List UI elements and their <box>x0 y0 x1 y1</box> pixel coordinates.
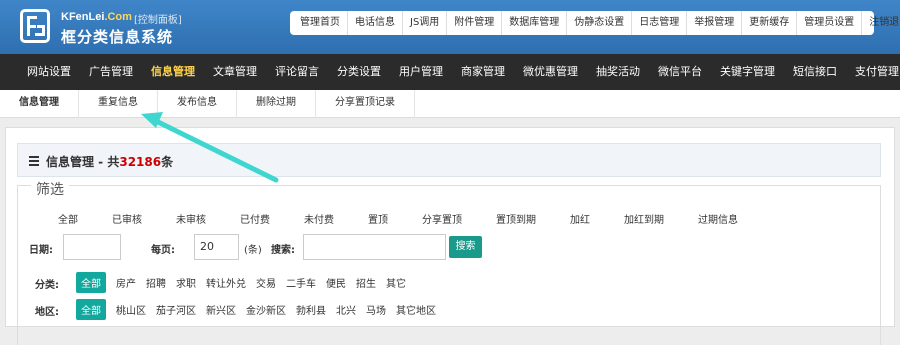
nav-item[interactable]: 抽奖活动 <box>587 54 649 90</box>
status-filter[interactable]: 未审核 <box>176 211 206 226</box>
area-option[interactable]: 桃山区 <box>116 302 146 317</box>
panel-title-bar: 信息管理 - 共32186条 <box>17 143 881 177</box>
category-option[interactable]: 招聘 <box>146 275 166 290</box>
list-icon <box>29 156 39 166</box>
area-option[interactable]: 其它地区 <box>396 302 436 317</box>
area-option-selected[interactable]: 全部 <box>76 299 106 320</box>
perpage-field[interactable]: 20 <box>194 234 239 260</box>
toplink-logs[interactable]: 日志管理 <box>632 11 688 35</box>
category-option[interactable]: 房产 <box>116 275 136 290</box>
status-filter[interactable]: 全部 <box>58 211 78 226</box>
nav-item[interactable]: 微优惠管理 <box>514 54 587 90</box>
nav-item-active[interactable]: 信息管理 <box>142 54 204 90</box>
toplink-home[interactable]: 管理首页 <box>293 11 348 35</box>
logo-icon <box>20 9 50 43</box>
status-filter[interactable]: 分享置顶 <box>422 211 462 226</box>
nav-item[interactable]: 广告管理 <box>80 54 142 90</box>
status-filter[interactable]: 未付费 <box>304 211 334 226</box>
category-option[interactable]: 招生 <box>356 275 376 290</box>
subnav-item-active[interactable]: 信息管理 <box>0 90 79 118</box>
status-filter[interactable]: 加红 <box>570 211 590 226</box>
total-count: 32186 <box>119 155 162 169</box>
status-filter[interactable]: 置顶到期 <box>496 211 536 226</box>
nav-item[interactable]: 微信平台 <box>649 54 711 90</box>
search-input[interactable] <box>303 234 446 260</box>
page-title: 信息管理 - 共32186条 <box>46 155 174 169</box>
category-option[interactable]: 求职 <box>176 275 196 290</box>
area-option[interactable]: 勃利县 <box>296 302 326 317</box>
sub-nav: 信息管理 重复信息 发布信息 删除过期 分享置顶记录 <box>0 90 900 118</box>
perpage-label: 每页: <box>151 245 175 256</box>
category-option[interactable]: 二手车 <box>286 275 316 290</box>
nav-item[interactable]: 短信接口 <box>784 54 846 90</box>
nav-item[interactable]: 评论留言 <box>266 54 328 90</box>
nav-item[interactable]: 商家管理 <box>452 54 514 90</box>
area-option[interactable]: 北兴 <box>336 302 356 317</box>
nav-item[interactable]: 分类设置 <box>328 54 390 90</box>
filter-legend: 筛选 <box>31 179 69 199</box>
area-option[interactable]: 金沙新区 <box>246 302 286 317</box>
toplink-admins[interactable]: 管理员设置 <box>797 11 863 35</box>
category-option[interactable]: 便民 <box>326 275 346 290</box>
nav-item[interactable]: 关键字管理 <box>711 54 784 90</box>
subnav-item[interactable]: 发布信息 <box>158 90 237 118</box>
header: KFenLei.Com [控制面板] 框分类信息系统 管理首页 电话信息 JS调… <box>0 0 900 54</box>
toplink-attachments[interactable]: 附件管理 <box>447 11 503 35</box>
status-filter[interactable]: 过期信息 <box>698 211 738 226</box>
main-nav: 网站设置 广告管理 信息管理 文章管理 评论留言 分类设置 用户管理 商家管理 … <box>0 54 900 90</box>
area-option[interactable]: 马场 <box>366 302 386 317</box>
status-filter[interactable]: 已审核 <box>112 211 142 226</box>
perpage-unit: (条) <box>244 245 262 256</box>
subnav-item[interactable]: 重复信息 <box>79 90 158 118</box>
content-panel: 信息管理 - 共32186条 筛选 全部 已审核 未审核 已付费 未付费 置顶 … <box>5 127 895 345</box>
status-filter[interactable]: 已付费 <box>240 211 270 226</box>
toplink-reports[interactable]: 举报管理 <box>687 11 743 35</box>
category-option[interactable]: 其它 <box>386 275 406 290</box>
area-option[interactable]: 新兴区 <box>206 302 236 317</box>
top-links: 管理首页 电话信息 JS调用 附件管理 数据库管理 伪静态设置 日志管理 举报管… <box>290 11 900 35</box>
toplink-phone[interactable]: 电话信息 <box>348 11 403 35</box>
site-name: KFenLei.Com <box>61 11 132 23</box>
nav-item[interactable]: 文章管理 <box>204 54 266 90</box>
system-name: 框分类信息系统 <box>61 28 174 46</box>
nav-item[interactable]: 支付管理 <box>846 54 900 90</box>
category-option[interactable]: 转让外兑 <box>206 275 246 290</box>
nav-item[interactable]: 网站设置 <box>18 54 80 90</box>
subnav-item[interactable]: 删除过期 <box>237 90 316 118</box>
toplink-cache[interactable]: 更新缓存 <box>742 11 798 35</box>
area-label: 地区: <box>35 307 59 318</box>
search-button[interactable]: 搜索 <box>449 236 482 258</box>
toplink-rewrite[interactable]: 伪静态设置 <box>567 11 633 35</box>
search-label: 搜索: <box>271 245 295 256</box>
nav-item[interactable]: 用户管理 <box>390 54 452 90</box>
category-option[interactable]: 交易 <box>256 275 276 290</box>
subnav-item[interactable]: 分享置顶记录 <box>316 90 415 118</box>
date-label: 日期: <box>29 245 53 256</box>
area-option[interactable]: 茄子河区 <box>156 302 196 317</box>
date-field[interactable] <box>63 234 121 260</box>
area-filters: 全部 桃山区 茄子河区 新兴区 金沙新区 勃利县 北兴 马场 其它地区 <box>76 299 446 320</box>
toplink-js[interactable]: JS调用 <box>403 11 448 35</box>
category-option-selected[interactable]: 全部 <box>76 272 106 293</box>
toplink-logout[interactable]: 注销退出 <box>862 11 900 35</box>
status-filters: 全部 已审核 未审核 已付费 未付费 置顶 分享置顶 置顶到期 加红 加红到期 … <box>58 211 772 226</box>
toplink-database[interactable]: 数据库管理 <box>502 11 568 35</box>
control-panel-label: [控制面板] <box>134 15 182 26</box>
status-filter[interactable]: 置顶 <box>368 211 388 226</box>
category-label: 分类: <box>35 280 59 291</box>
status-filter[interactable]: 加红到期 <box>624 211 664 226</box>
filter-fieldset <box>17 185 881 345</box>
category-filters: 全部 房产 招聘 求职 转让外兑 交易 二手车 便民 招生 其它 <box>76 272 416 293</box>
